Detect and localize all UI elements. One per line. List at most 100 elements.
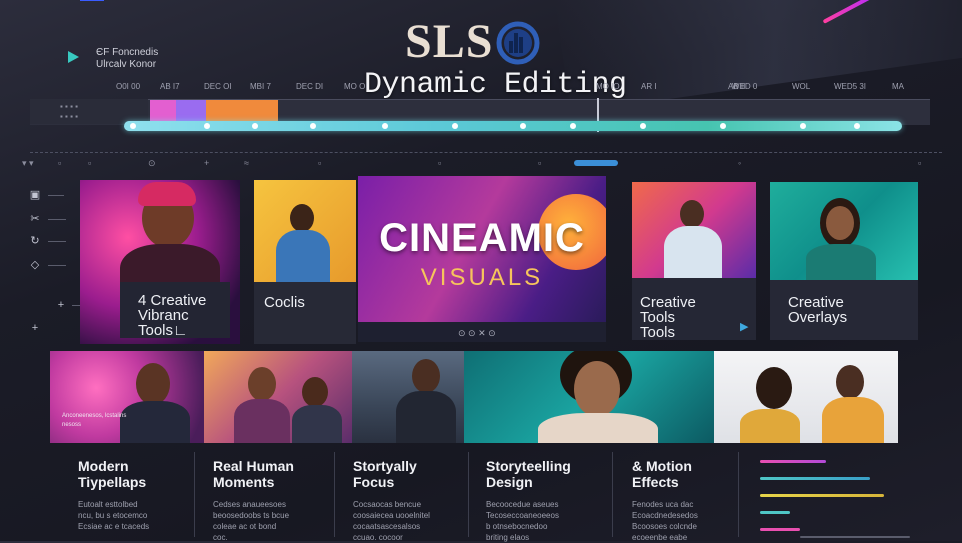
column-divider — [194, 452, 195, 537]
column-title: Real Human Moments — [213, 458, 294, 490]
shape-tool-icon[interactable]: ◇ — [28, 259, 42, 271]
ruler-label: MO OI — [344, 82, 368, 91]
app-name-line1: ЄF Foncnedis — [96, 47, 159, 58]
divider-line — [30, 152, 942, 154]
person-head — [302, 377, 328, 407]
ruler-label: AB I7 — [160, 82, 180, 91]
media-card-coclis[interactable]: Coclis — [254, 180, 356, 344]
add-icon[interactable]: + — [28, 322, 42, 334]
feature-controls[interactable]: ⊙ ⊙ ✕ ⊙ — [458, 328, 496, 339]
person-body — [740, 409, 800, 443]
media-card-creative-overlays[interactable]: Creative Overlays — [770, 182, 918, 340]
marker-icon[interactable]: ▫ — [538, 158, 541, 168]
column-title: Stortyally Focus — [353, 458, 417, 490]
media-card-creative-tools-2[interactable]: Creative Tools Tools ▶ — [632, 182, 756, 340]
card-title: Creative Tools Tools — [640, 294, 696, 340]
timeline-scrubber[interactable] — [124, 121, 902, 131]
grid-icon[interactable]: ▫ — [88, 158, 91, 168]
person-body — [822, 397, 884, 443]
accent-line-pink-short — [760, 528, 800, 531]
card-image — [254, 180, 356, 282]
select-tool-icon[interactable]: ▣ — [28, 189, 42, 201]
brand-logo: SLS — [405, 14, 541, 70]
ruler-label: MA — [892, 82, 904, 91]
tool-divider — [48, 265, 66, 266]
play-logo-icon[interactable] — [66, 50, 80, 64]
marker-icon[interactable]: ▫ — [918, 158, 921, 168]
tool-divider — [48, 241, 66, 242]
feature-column-3: Stortyally Focus Cocsaocas bencue coosai… — [353, 458, 430, 543]
dropdown-icon[interactable]: ▾ ▾ — [22, 158, 34, 169]
timeline-controls: ▾ ▾ ▫ ▫ ⊙ + ≈ ▫ ▫ ▫ ◦ ▫ — [18, 158, 948, 170]
person-body — [120, 401, 190, 443]
column-title: Storyteelling Design — [486, 458, 571, 490]
column-title: Modern Tiypellaps — [78, 458, 147, 490]
column-divider — [468, 452, 469, 537]
clip-pink[interactable] — [150, 100, 176, 122]
ruler-label: AR I — [641, 82, 657, 91]
tool-divider — [48, 219, 66, 220]
person-body — [538, 413, 658, 443]
person-head — [248, 367, 276, 401]
feature-column-4: Storyteelling Design Becoocedue aseues T… — [486, 458, 571, 543]
rotate-tool-icon[interactable]: ↻ — [28, 235, 42, 247]
person-head — [680, 200, 704, 228]
ruler-label: MO IO — [596, 82, 620, 91]
person-head — [574, 361, 620, 417]
waveform-icon[interactable]: ≈ — [244, 158, 249, 168]
add-track-icon[interactable]: + — [54, 299, 68, 311]
card-title: Coclis — [264, 294, 305, 311]
ruler-label: DEC DI — [296, 82, 324, 91]
feature-title: CINEAMIC — [379, 216, 585, 260]
marker-icon[interactable]: ◦ — [738, 158, 741, 168]
play-icon[interactable]: ▶ — [740, 320, 748, 333]
blue-light-streak — [80, 0, 104, 1]
globe-logo-icon — [496, 21, 540, 65]
feature-column-2: Real Human Moments Cedses anaueesoes beo… — [213, 458, 294, 543]
accent-line-gray — [800, 536, 910, 538]
marker-icon[interactable]: ▫ — [438, 158, 441, 168]
link-icon[interactable]: ⊙ — [148, 158, 156, 169]
ruler-label: WED 0 — [732, 82, 758, 91]
accent-line-pink — [760, 460, 826, 463]
person-head — [412, 359, 440, 393]
add-icon[interactable]: + — [204, 158, 209, 168]
timeline-clips[interactable] — [150, 100, 278, 122]
strip-image-2[interactable] — [204, 351, 352, 443]
person-body — [234, 399, 290, 443]
clip-purple[interactable] — [176, 100, 206, 122]
cut-tool-icon[interactable]: ✂ — [28, 213, 42, 225]
card-image — [770, 182, 918, 280]
strip-image-4[interactable] — [464, 351, 714, 443]
strip-image-3[interactable] — [352, 351, 464, 443]
person-head — [836, 365, 864, 399]
column-desc: Eutoalt esttolbed ncu, bu s etocemco Ecs… — [78, 500, 150, 531]
ruler-label: O0I 00 — [116, 82, 141, 91]
person-body — [292, 405, 342, 443]
ruler-label: WED5 3I — [834, 82, 867, 91]
feature-card-cinematic[interactable]: CINEAMIC VISUALS ⊙ ⊙ ✕ ⊙ — [358, 176, 606, 342]
column-divider — [612, 452, 613, 537]
person-head — [826, 206, 854, 240]
marker-icon[interactable]: ▫ — [318, 158, 321, 168]
zoom-slider[interactable] — [574, 160, 618, 166]
strip-image-5[interactable] — [714, 351, 898, 443]
column-divider — [334, 452, 335, 537]
strip-caption: nesoss — [62, 422, 82, 428]
column-desc: Becoocedue aseues Tecoseccoaneoeeos b ot… — [486, 500, 559, 542]
column-divider — [738, 452, 739, 537]
grid-icon[interactable]: ▫ — [58, 158, 61, 168]
accent-line-teal — [760, 477, 870, 480]
feature-subtitle: VISUALS — [420, 264, 544, 291]
clip-orange[interactable] — [206, 100, 278, 122]
person-body — [664, 226, 722, 278]
person-body — [276, 230, 330, 282]
brand-text: SLS — [405, 15, 494, 68]
feature-column-1: Modern Tiypellaps Eutoalt esttolbed ncu,… — [78, 458, 149, 532]
strip-image-1[interactable]: Anconeenesos, lcstalins nesoss — [50, 351, 204, 443]
tool-divider — [48, 195, 64, 196]
column-desc: Fenodes uca dac Ecoacdnedesedos Bcoosoes… — [632, 500, 698, 542]
media-card-creative-tools[interactable]: 4 Creative Vibranc Tools∟ — [80, 180, 240, 344]
ruler-label: DEC OI — [204, 82, 232, 91]
feature-column-5: & Motion Effects Fenodes uca dac Ecoacdn… — [632, 458, 698, 543]
